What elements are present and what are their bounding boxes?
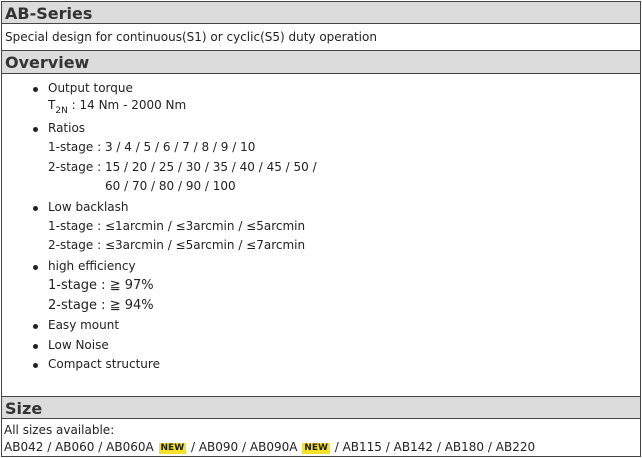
torque-subscript: 2N: [55, 106, 68, 116]
model-ab060a: AB060A: [106, 440, 154, 454]
ab-series-title: AB-Series: [5, 4, 93, 23]
model-ab090: AB090: [198, 440, 239, 454]
model-separator: /: [385, 440, 390, 454]
bullet-output-torque: [33, 87, 38, 92]
bullet-ratios: [33, 127, 38, 132]
backlash-stage1: 1-stage : ≤1arcmin / ≤3arcmin / ≤5arcmin: [48, 219, 306, 233]
model-separator: /: [487, 440, 492, 454]
bullet-low-noise: [33, 344, 38, 349]
model-ab060: AB060: [55, 440, 95, 454]
backlash-label: Low backlash: [48, 200, 129, 214]
overview-title: Overview: [5, 53, 90, 72]
torque-value: : 14 Nm - 2000 Nm: [71, 98, 187, 112]
size-models-line: AB042 / AB060 / AB060A NEW / AB090 / AB0…: [4, 440, 535, 455]
model-ab042: AB042: [4, 440, 44, 454]
size-available-label: All sizes available:: [4, 423, 115, 437]
output-torque-value-line: T2N : 14 Nm - 2000 Nm: [48, 98, 187, 116]
efficiency-label: high efficiency: [48, 259, 136, 273]
model-separator: /: [190, 440, 195, 454]
bullet-easy-mount: [33, 324, 38, 329]
size-title: Size: [5, 399, 43, 418]
model-ab090a: AB090A: [249, 440, 298, 454]
model-ab180: AB180: [444, 440, 485, 454]
ratios-stage1: 1-stage : 3 / 4 / 5 / 6 / 7 / 8 / 9 / 10: [48, 140, 256, 154]
model-separator: /: [242, 440, 247, 454]
compact-label: Compact structure: [48, 357, 160, 371]
bullet-backlash: [33, 206, 38, 211]
easy-mount-label: Easy mount: [48, 318, 120, 332]
new-badge-ab060a: NEW: [158, 443, 187, 454]
model-ab142: AB142: [393, 440, 434, 454]
model-separator: /: [98, 440, 103, 454]
bullet-efficiency: [33, 265, 38, 270]
ratios-label: Ratios: [48, 121, 86, 135]
model-separator: /: [47, 440, 52, 454]
spec-panel: AB-Series Special design for continuous(…: [1, 1, 641, 457]
size-header: Size: [2, 396, 640, 419]
efficiency-stage2: 2-stage : ≧ 94%: [48, 298, 154, 313]
low-noise-label: Low Noise: [48, 338, 109, 352]
bullet-compact: [33, 363, 38, 368]
overview-header: Overview: [2, 50, 640, 74]
ratios-stage2-line2: 60 / 70 / 80 / 90 / 100: [105, 179, 236, 193]
ab-series-header: AB-Series: [2, 1, 640, 24]
output-torque-label: Output torque: [48, 81, 133, 95]
new-badge-ab090a: NEW: [302, 443, 330, 454]
model-ab220: AB220: [495, 440, 536, 454]
model-separator: /: [436, 440, 441, 454]
ratios-stage2-line1: 2-stage : 15 / 20 / 25 / 30 / 35 / 40 / …: [48, 160, 317, 174]
ab-series-description: Special design for continuous(S1) or cyc…: [5, 30, 377, 44]
backlash-stage2: 2-stage : ≤3arcmin / ≤5arcmin / ≤7arcmin: [48, 238, 306, 252]
efficiency-stage1: 1-stage : ≧ 97%: [48, 278, 154, 293]
model-separator: /: [334, 440, 339, 454]
model-ab115: AB115: [342, 440, 382, 454]
